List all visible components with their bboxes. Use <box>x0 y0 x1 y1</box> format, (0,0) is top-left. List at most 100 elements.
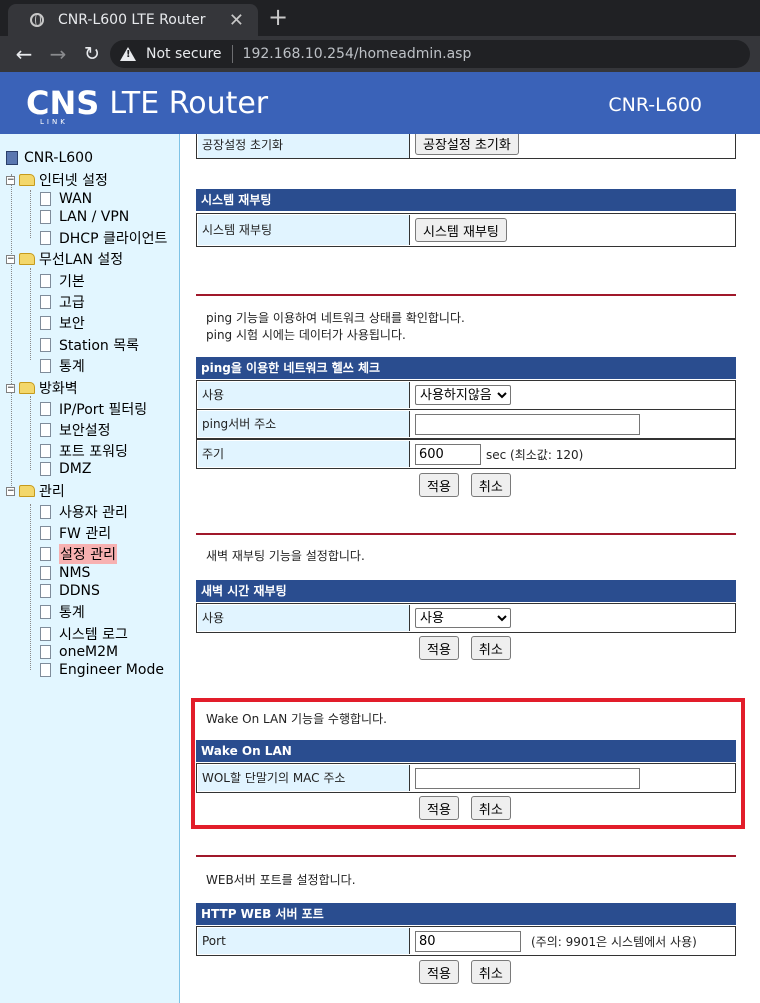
reboot-button[interactable]: 시스템 재부팅 <box>415 218 507 242</box>
dawn-reboot-cancel-button[interactable]: 취소 <box>470 636 511 660</box>
sidebar-item-onem2m[interactable]: oneM2M <box>40 643 118 661</box>
logo-brand: CNS <box>26 84 100 122</box>
sidebar-item-advanced[interactable]: 고급 <box>40 293 85 311</box>
sidebar-item-port-forwarding[interactable]: 포트 포워딩 <box>40 442 128 460</box>
sidebar-item-fw-management[interactable]: FW 관리 <box>40 524 111 542</box>
sidebar-item-security-settings[interactable]: 보안설정 <box>40 421 111 439</box>
wol-mac-input[interactable] <box>415 767 640 789</box>
wol-cancel-button[interactable]: 취소 <box>470 796 511 820</box>
document-icon <box>40 627 51 641</box>
ping-apply-button[interactable]: 적용 <box>419 473 459 497</box>
url-text[interactable]: 192.168.10.254/homeadmin.asp <box>243 46 472 62</box>
brand-logo: CNS LINK LTE Router <box>26 84 268 126</box>
security-label[interactable]: Not secure <box>146 46 222 62</box>
dawn-reboot-use-select[interactable]: 사용 <box>415 608 511 628</box>
computer-icon <box>6 151 18 165</box>
sidebar-item-label-selected[interactable]: 설정 관리 <box>59 544 117 564</box>
document-icon <box>40 295 51 309</box>
sidebar-group-management[interactable]: − 관리 <box>6 482 65 500</box>
sidebar-item-security[interactable]: 보안 <box>40 314 85 332</box>
web-port-apply-button[interactable]: 적용 <box>419 960 459 984</box>
sidebar-group-firewall[interactable]: − 방화벽 <box>6 379 78 397</box>
sidebar-item-label[interactable]: DHCP 클라이언트 <box>59 228 167 248</box>
reboot-label: 시스템 재부팅 <box>198 215 410 245</box>
sidebar-item-lan-vpn[interactable]: LAN / VPN <box>40 208 129 226</box>
ping-server-input[interactable] <box>415 413 640 435</box>
ping-period-input[interactable] <box>415 443 481 465</box>
browser-toolbar: ← → ↻ Not secure 192.168.10.254/homeadmi… <box>0 36 760 72</box>
sidebar-item-label[interactable]: NMS <box>59 565 90 581</box>
ping-use-select[interactable]: 사용하지않음 <box>415 385 511 405</box>
sidebar-item-label[interactable]: 포트 포워딩 <box>59 441 128 461</box>
sidebar-item-dmz[interactable]: DMZ <box>40 460 91 478</box>
browser-tab[interactable]: CNR-L600 LTE Router ✕ <box>8 4 258 36</box>
tree-guide <box>30 190 31 238</box>
web-port-note: (주의: 9901은 시스템에서 사용) <box>531 934 697 949</box>
sidebar-item-label[interactable]: IP/Port 필터링 <box>59 399 147 419</box>
collapse-toggle-icon[interactable]: − <box>6 175 15 185</box>
sidebar-item-user-management[interactable]: 사용자 관리 <box>40 503 128 521</box>
collapse-toggle-icon[interactable]: − <box>6 254 15 264</box>
sidebar-item-label[interactable]: Station 목록 <box>59 335 139 355</box>
sidebar-item-dhcp-client[interactable]: DHCP 클라이언트 <box>40 229 167 247</box>
sidebar-item-label[interactable]: 고급 <box>59 292 85 312</box>
section-divider <box>196 533 736 535</box>
sidebar-item-statistics[interactable]: 통계 <box>40 603 85 621</box>
sidebar-item-wireless-stats[interactable]: 통계 <box>40 357 85 375</box>
folder-open-icon <box>19 485 35 497</box>
tree-guide <box>30 268 31 360</box>
factory-reset-button[interactable]: 공장설정 초기화 <box>415 134 519 155</box>
sidebar-item-engineer-mode[interactable]: Engineer Mode <box>40 661 164 679</box>
sidebar-item-label[interactable]: Engineer Mode <box>59 662 164 678</box>
sidebar-item-config-management[interactable]: 설정 관리 <box>40 544 117 564</box>
folder-open-icon <box>19 382 35 394</box>
sidebar-item-label[interactable]: WAN <box>59 191 92 207</box>
sidebar-item-label[interactable]: 통계 <box>59 602 85 622</box>
ping-cancel-button[interactable]: 취소 <box>470 473 511 497</box>
folder-open-icon <box>19 253 35 265</box>
web-port-input[interactable] <box>415 930 521 952</box>
new-tab-button[interactable]: + <box>268 3 288 31</box>
sidebar-item-ddns[interactable]: DDNS <box>40 582 100 600</box>
sidebar-item-label[interactable]: 통계 <box>59 356 85 376</box>
collapse-toggle-icon[interactable]: − <box>6 486 15 496</box>
reboot-section-title: 시스템 재부팅 <box>196 189 736 211</box>
wol-apply-button[interactable]: 적용 <box>419 796 459 820</box>
sidebar-item-label[interactable]: 사용자 관리 <box>59 502 128 522</box>
tab-close-icon[interactable]: ✕ <box>229 10 244 31</box>
dawn-reboot-actions: 적용 취소 <box>419 636 511 660</box>
forward-button[interactable]: → <box>46 42 70 66</box>
sidebar-item-system-log[interactable]: 시스템 로그 <box>40 625 128 643</box>
sidebar-item-label[interactable]: DMZ <box>59 461 91 477</box>
sidebar-item-nms[interactable]: NMS <box>40 564 90 582</box>
sidebar-item-ip-port-filter[interactable]: IP/Port 필터링 <box>40 400 147 418</box>
sidebar-item-label[interactable]: LAN / VPN <box>59 209 129 225</box>
dawn-reboot-apply-button[interactable]: 적용 <box>419 636 459 660</box>
reload-button[interactable]: ↻ <box>80 43 104 65</box>
sidebar-item-label[interactable]: oneM2M <box>59 644 118 660</box>
sidebar-item-label[interactable]: FW 관리 <box>59 523 111 543</box>
sidebar-item-label[interactable]: 보안 <box>59 313 85 333</box>
tree-root[interactable]: CNR-L600 <box>6 150 93 166</box>
document-icon <box>40 444 51 458</box>
sidebar-item-wan[interactable]: WAN <box>40 190 92 208</box>
back-button[interactable]: ← <box>12 42 36 66</box>
sidebar-item-label[interactable]: 시스템 로그 <box>59 624 128 644</box>
sidebar-group-wireless[interactable]: − 무선LAN 설정 <box>6 250 123 268</box>
collapse-toggle-icon[interactable]: − <box>6 383 15 393</box>
ping-use-label: 사용 <box>198 382 410 408</box>
ping-period-label: 주기 <box>198 441 410 467</box>
web-port-cancel-button[interactable]: 취소 <box>470 960 511 984</box>
sidebar-group-internet[interactable]: − 인터넷 설정 <box>6 171 108 189</box>
ping-period-unit: sec (최소값: 120) <box>486 447 584 462</box>
address-bar[interactable]: Not secure 192.168.10.254/homeadmin.asp <box>110 40 750 68</box>
ping-desc-line2: ping 시험 시에는 데이터가 사용됩니다. <box>206 328 406 342</box>
sidebar-item-label[interactable]: 보안설정 <box>59 420 111 440</box>
sidebar-item-label[interactable]: DDNS <box>59 583 100 599</box>
reboot-row: 시스템 재부팅 시스템 재부팅 <box>196 213 736 247</box>
sidebar-item-basic[interactable]: 기본 <box>40 272 85 290</box>
sidebar-item-station-list[interactable]: Station 목록 <box>40 336 139 354</box>
warning-icon[interactable] <box>120 47 136 61</box>
sidebar-item-label[interactable]: 기본 <box>59 271 85 291</box>
wol-description: Wake On LAN 기능을 수행합니다. <box>206 712 387 726</box>
